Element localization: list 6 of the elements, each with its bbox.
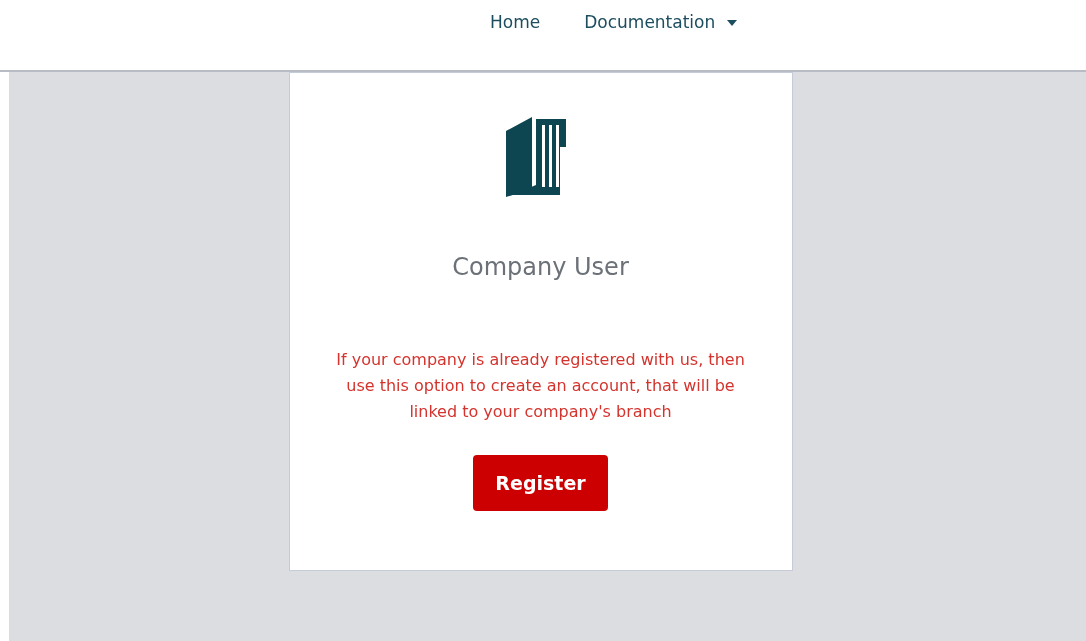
- card-title: Company User: [452, 252, 629, 283]
- caret-icon: [727, 19, 738, 26]
- nav-link[interactable]: Home: [490, 10, 541, 36]
- register-button[interactable]: Register: [473, 455, 608, 511]
- documentation-menu[interactable]: Documentation: [584, 10, 738, 36]
- card-description: If your company is already registered with us, then use this option to create an account, that will be linked to your company's branch: [335, 349, 746, 423]
